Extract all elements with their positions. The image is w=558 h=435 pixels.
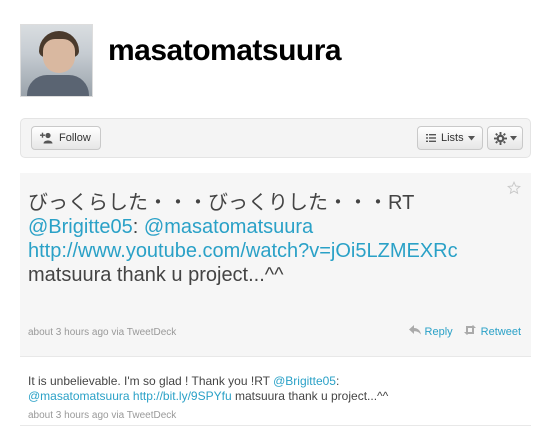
tweet-timestamp[interactable]: about 3 hours ago [28,327,109,338]
avatar-shirt [27,75,89,96]
tweet-client[interactable]: TweetDeck [127,327,176,338]
actions-gear-button[interactable] [487,126,523,150]
avatar[interactable] [20,24,93,97]
tweet-meta: about 3 hours ago via TweetDeck [28,410,176,421]
tweet-text-suffix: matsuura thank u project...^^ [231,389,389,403]
gear-icon [493,131,507,145]
mention-link[interactable]: @masatomatsuura [144,216,313,238]
avatar-face [43,39,75,73]
favorite-star-icon[interactable] [507,181,521,200]
tweet-item: It is unbelievable. I'm so glad ! Thank … [20,364,531,426]
reply-icon [408,325,425,338]
profile-toolbar: Follow Lists [20,118,531,158]
reply-button[interactable]: Reply [408,325,453,338]
retweet-button[interactable]: Retweet [463,325,521,338]
follow-label: Follow [59,132,91,144]
tweet-text-prefix: It is unbelievable. I'm so glad ! Thank … [28,374,274,388]
tweet-via: via [108,410,127,421]
lists-button[interactable]: Lists [417,126,483,150]
screen-name: masatomatsuura [108,34,342,67]
tweet-text-prefix: びっくらした・・・びっくりした・・・RT [28,192,414,214]
tweet-text: It is unbelievable. I'm so glad ! Thank … [28,374,518,404]
retweet-label: Retweet [480,325,521,338]
follow-button[interactable]: Follow [31,126,101,150]
tweet-via: via [108,327,127,338]
tweet-text: びっくらした・・・びっくりした・・・RT @Brigitte05: @masat… [28,191,508,287]
reply-label: Reply [424,325,453,338]
tweet-text-suffix: matsuura thank u project...^^ [28,264,284,286]
tweet-text-separator: : [132,216,144,238]
url-link[interactable]: http://www.youtube.com/watch?v=jOi5LZMEX… [28,240,458,262]
mention-link[interactable]: @masatomatsuura [28,389,130,403]
list-icon [426,133,436,143]
mention-link[interactable]: @Brigitte05 [28,216,133,238]
tweet-text-separator: : [335,374,340,388]
add-user-icon [40,132,54,144]
profile-header: masatomatsuura [20,24,540,98]
featured-tweet: びっくらした・・・びっくりした・・・RT @Brigitte05: @masat… [20,173,531,357]
tweet-client[interactable]: TweetDeck [127,410,176,421]
mention-link[interactable]: @Brigitte05 [273,374,336,388]
url-link[interactable]: http://bit.ly/9SPYfu [133,389,232,403]
tweet-timestamp[interactable]: about 3 hours ago [28,410,109,421]
tweet-actions: Reply Retweet [408,325,521,338]
chevron-down-icon [467,135,475,141]
lists-label: Lists [441,132,464,144]
chevron-down-icon [509,135,517,141]
retweet-icon [463,325,481,338]
tweet-meta: about 3 hours ago via TweetDeck [28,327,176,338]
